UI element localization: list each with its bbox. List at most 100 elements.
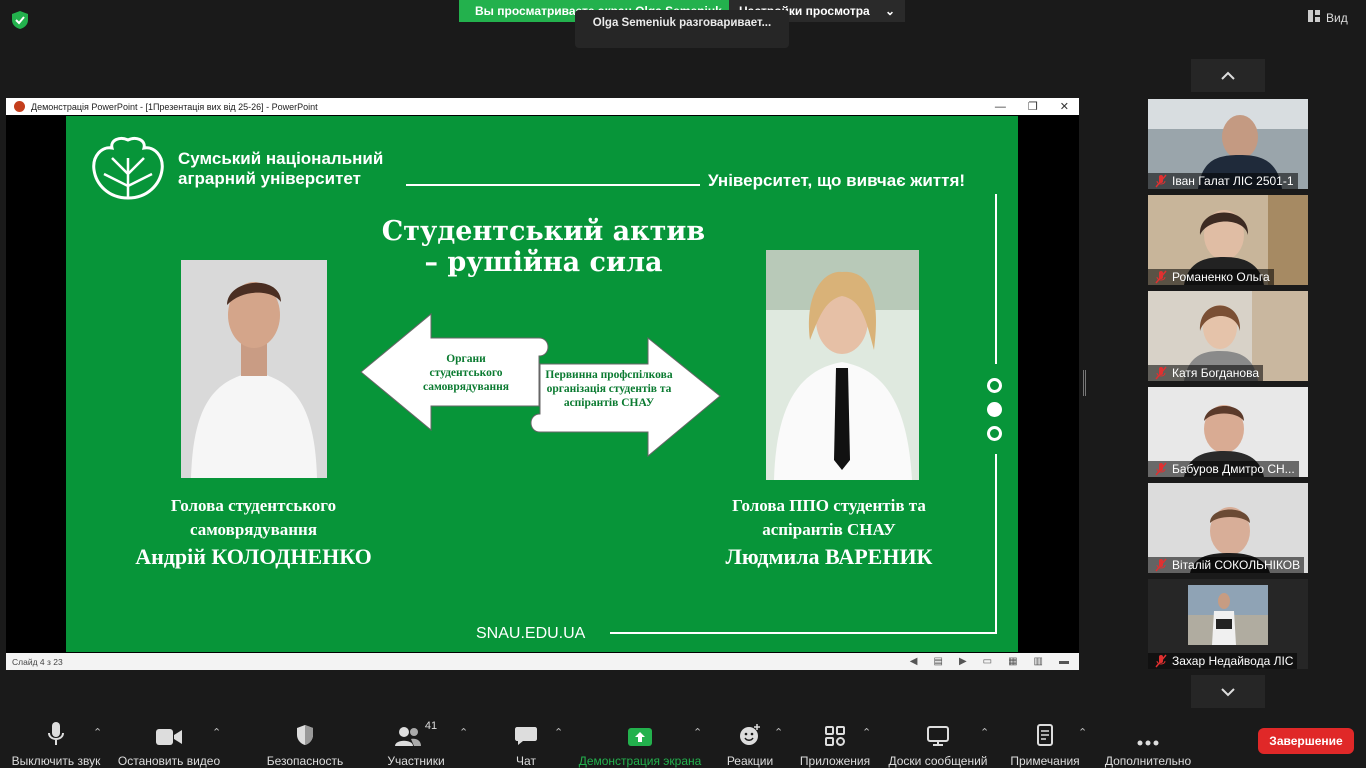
slideshow-icon[interactable]: ▬ [1059, 656, 1069, 667]
chevron-up-icon [1221, 71, 1235, 80]
apps-label: Приложения [799, 754, 871, 768]
university-name-line1: Сумський національний [178, 149, 384, 168]
prev-slide-icon[interactable]: ◀ [910, 656, 918, 667]
view-button[interactable]: Вид [1308, 10, 1348, 25]
minimize-icon[interactable]: — [995, 101, 1006, 113]
participant-name: Іван Галат ЛІС 2501-1 [1172, 174, 1294, 188]
participant-tile[interactable]: Романенко Ольга [1148, 195, 1308, 285]
shared-screen-powerpoint: Демонстрація PowerPoint - [1Презентація … [6, 98, 1079, 670]
frame-line [610, 632, 997, 634]
stop-video-button[interactable]: Остановить видео [118, 720, 220, 768]
ppt-status-icons: ◀ ▤ ▶ ▭ ▦ ▥ ▬ [910, 653, 1069, 670]
participants-options-chevron-icon[interactable]: ⌃ [459, 726, 468, 739]
notes-label: Примечания [1010, 754, 1080, 768]
chevron-down-icon [1221, 687, 1235, 696]
chat-options-chevron-icon[interactable]: ⌃ [554, 726, 563, 739]
mic-muted-icon [1155, 654, 1167, 668]
participant-name-bar: Віталій СОКОЛЬНІКОВ [1148, 557, 1305, 573]
apps-options-chevron-icon[interactable]: ⌃ [862, 726, 871, 739]
end-meeting-button[interactable]: Завершение [1258, 728, 1354, 754]
whiteboards-button[interactable]: Доски сообщений [886, 720, 990, 768]
menu-icon[interactable]: ▤ [933, 656, 942, 667]
arrow-right-label: Первинна профспілкова організація студен… [545, 369, 673, 409]
slide-title-line1: Студентський актив [381, 216, 706, 247]
slide: Сумський національний аграрний університ… [66, 116, 1018, 652]
participants-button[interactable]: 41 Участники [386, 720, 446, 768]
more-button[interactable]: Дополнительно [1102, 720, 1194, 768]
left-caption: Голова студентського самоврядування Андр… [126, 494, 381, 572]
mute-label: Выключить звук [11, 754, 101, 768]
left-person-name: Андрій КОЛОДНЕНКО [135, 544, 372, 569]
participant-tile[interactable]: Віталій СОКОЛЬНІКОВ [1148, 483, 1308, 573]
reading-view-icon[interactable]: ▥ [1034, 656, 1043, 667]
next-slide-icon[interactable]: ▶ [959, 656, 967, 667]
website-url: SNAU.EDU.UA [476, 625, 586, 642]
scroll-up-button[interactable] [1191, 59, 1265, 92]
video-options-chevron-icon[interactable]: ⌃ [212, 726, 221, 739]
participant-name: Катя Богданова [1172, 366, 1260, 380]
chevron-down-icon: ⌄ [884, 4, 895, 18]
active-speaker-label: Olga Semeniuk разговаривает... [575, 10, 789, 48]
window-controls: — ❐ ✕ [995, 98, 1069, 115]
share-options-chevron-icon[interactable]: ⌃ [693, 726, 702, 739]
notes-options-chevron-icon[interactable]: ⌃ [1078, 726, 1087, 739]
right-caption-line2: аспірантів СНАУ [762, 520, 896, 539]
dot-outline [987, 426, 1002, 441]
dot-outline [987, 378, 1002, 393]
participant-tile[interactable]: Іван Галат ЛІС 2501-1 [1148, 99, 1308, 189]
slide-title-line2: – рушійна сила [424, 247, 663, 278]
right-caption: Голова ППО студентів та аспірантів СНАУ … [706, 494, 952, 572]
meeting-toolbar: Выключить звук ⌃ Остановить видео ⌃ Безо… [0, 712, 1366, 768]
slide-sorter-icon[interactable]: ▦ [1008, 656, 1017, 667]
chat-label: Чат [516, 754, 536, 768]
participant-name-bar: Захар Недайвода ЛІС [1148, 653, 1298, 669]
photo-student-head [181, 260, 327, 478]
restore-icon[interactable]: ❐ [1028, 100, 1038, 113]
whiteboards-options-chevron-icon[interactable]: ⌃ [980, 726, 989, 739]
snau-logo [90, 134, 166, 207]
reactions-button[interactable]: Реакции [726, 720, 774, 768]
chat-bubble-icon [515, 720, 537, 746]
participant-name: Бабуров Дмитро СН... [1172, 462, 1295, 476]
reactions-options-chevron-icon[interactable]: ⌃ [774, 726, 783, 739]
participant-tile[interactable]: Захар Недайвода ЛІС [1148, 579, 1308, 669]
university-name-line2: аграрний університет [178, 169, 361, 188]
security-button[interactable]: Безопасность [266, 720, 344, 768]
participant-name-bar: Бабуров Дмитро СН... [1148, 461, 1299, 477]
scroll-down-button[interactable] [1191, 675, 1265, 708]
divider-line [406, 184, 700, 186]
video-label: Остановить видео [117, 754, 221, 768]
audio-options-chevron-icon[interactable]: ⌃ [93, 726, 102, 739]
slide-margin [1018, 116, 1079, 652]
participant-name-bar: Іван Галат ЛІС 2501-1 [1148, 173, 1298, 189]
normal-view-icon[interactable]: ▭ [983, 656, 992, 667]
security-shield-icon[interactable] [10, 10, 30, 30]
view-grid-icon [1308, 10, 1320, 25]
participant-name: Віталій СОКОЛЬНІКОВ [1172, 558, 1301, 572]
notes-icon [1037, 720, 1053, 746]
participant-tile[interactable]: Бабуров Дмитро СН... [1148, 387, 1308, 477]
right-caption-line1: Голова ППО студентів та [732, 496, 926, 515]
participant-name: Захар Недайвода ЛІС [1172, 654, 1294, 668]
close-icon[interactable]: ✕ [1060, 100, 1069, 113]
share-screen-icon [628, 720, 652, 746]
share-screen-button[interactable]: Демонстрация экрана [578, 720, 702, 768]
panel-resize-handle[interactable] [1083, 370, 1086, 396]
participant-name-bar: Катя Богданова [1148, 365, 1264, 381]
frame-line [995, 194, 997, 364]
mic-muted-icon [1155, 558, 1167, 572]
notes-button[interactable]: Примечания [1008, 720, 1082, 768]
slogan: Університет, що вивчає життя! [708, 171, 966, 190]
university-name: Сумський національний аграрний університ… [178, 149, 383, 189]
ppt-window-title: Демонстрація PowerPoint - [1Презентація … [31, 101, 318, 112]
security-label: Безопасность [266, 754, 344, 768]
mute-button[interactable]: Выключить звук [10, 720, 102, 768]
participant-tile[interactable]: Катя Богданова [1148, 291, 1308, 381]
powerpoint-icon [14, 101, 25, 112]
mic-muted-icon [1155, 462, 1167, 476]
chat-button[interactable]: Чат [509, 720, 543, 768]
apps-icon [825, 720, 845, 746]
mic-muted-icon [1155, 366, 1167, 380]
share-screen-label: Демонстрация экрана [578, 754, 702, 768]
apps-button[interactable]: Приложения [798, 720, 872, 768]
